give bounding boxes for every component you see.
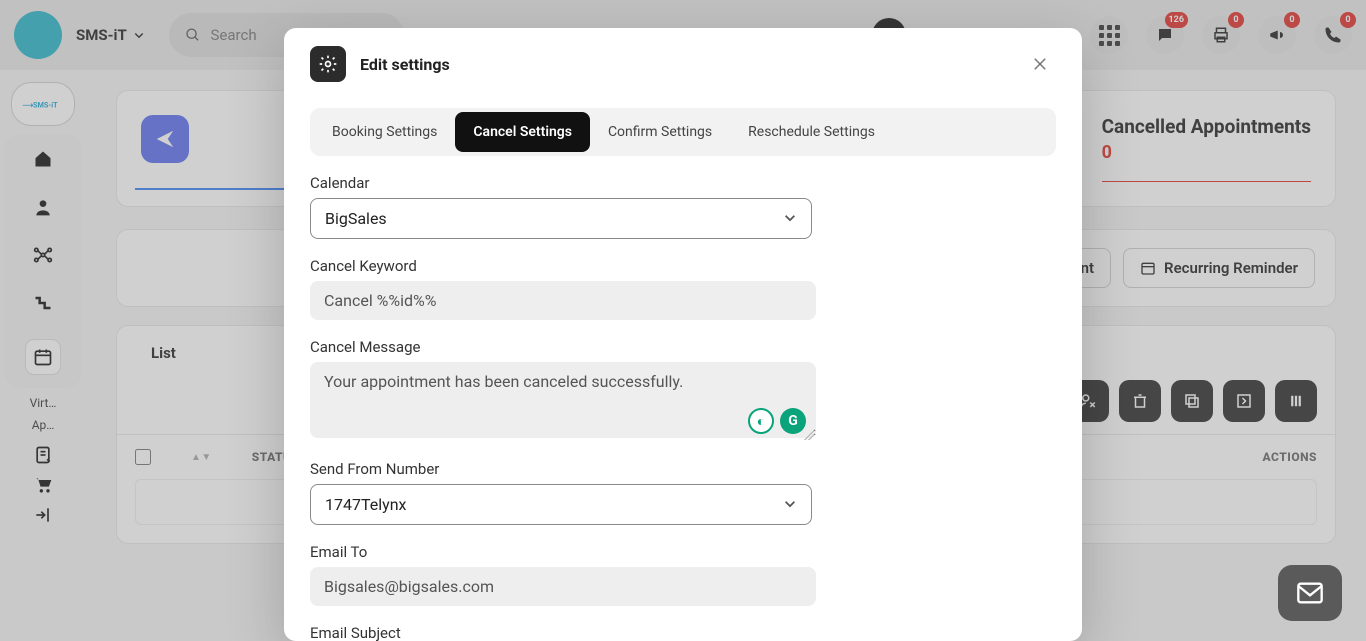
chevron-down-icon: [783, 496, 797, 510]
email-to-input[interactable]: [310, 567, 816, 606]
chevron-down-icon: [783, 210, 797, 224]
cancel-message-label: Cancel Message: [310, 338, 1056, 356]
cancel-keyword-input[interactable]: [310, 281, 816, 320]
calendar-label: Calendar: [310, 174, 1056, 192]
modal-title: Edit settings: [360, 55, 450, 74]
bulb-icon[interactable]: ◐: [748, 408, 774, 434]
close-icon: [1031, 55, 1049, 73]
edit-settings-modal: Edit settings Booking Settings Cancel Se…: [284, 28, 1082, 641]
resize-handle[interactable]: [804, 430, 814, 440]
gear-icon-box: [310, 46, 346, 82]
calendar-select[interactable]: BigSales: [310, 198, 812, 239]
calendar-value: BigSales: [325, 209, 387, 228]
grammarly-badges: ◐ G: [748, 408, 806, 434]
send-from-value: 1747Telynx: [325, 495, 406, 514]
modal-header: Edit settings: [284, 28, 1082, 88]
tab-reschedule-settings[interactable]: Reschedule Settings: [730, 112, 893, 152]
cancel-keyword-label: Cancel Keyword: [310, 257, 1056, 275]
cancel-message-textarea[interactable]: [310, 362, 816, 438]
settings-form: Calendar BigSales Cancel Keyword Cancel …: [284, 166, 1082, 641]
tab-cancel-settings[interactable]: Cancel Settings: [455, 112, 590, 152]
floating-mail-button[interactable]: [1278, 565, 1342, 621]
grammarly-icon[interactable]: G: [780, 408, 806, 434]
mail-icon: [1296, 581, 1324, 605]
send-from-label: Send From Number: [310, 460, 1056, 478]
email-to-label: Email To: [310, 543, 1056, 561]
tab-booking-settings[interactable]: Booking Settings: [314, 112, 455, 152]
tab-confirm-settings[interactable]: Confirm Settings: [590, 112, 730, 152]
settings-tabs: Booking Settings Cancel Settings Confirm…: [310, 108, 1056, 156]
gear-icon: [318, 54, 338, 74]
close-button[interactable]: [1024, 48, 1056, 80]
send-from-select[interactable]: 1747Telynx: [310, 484, 812, 525]
modal-overlay: Edit settings Booking Settings Cancel Se…: [0, 0, 1366, 641]
email-subject-label: Email Subject: [310, 624, 1056, 641]
